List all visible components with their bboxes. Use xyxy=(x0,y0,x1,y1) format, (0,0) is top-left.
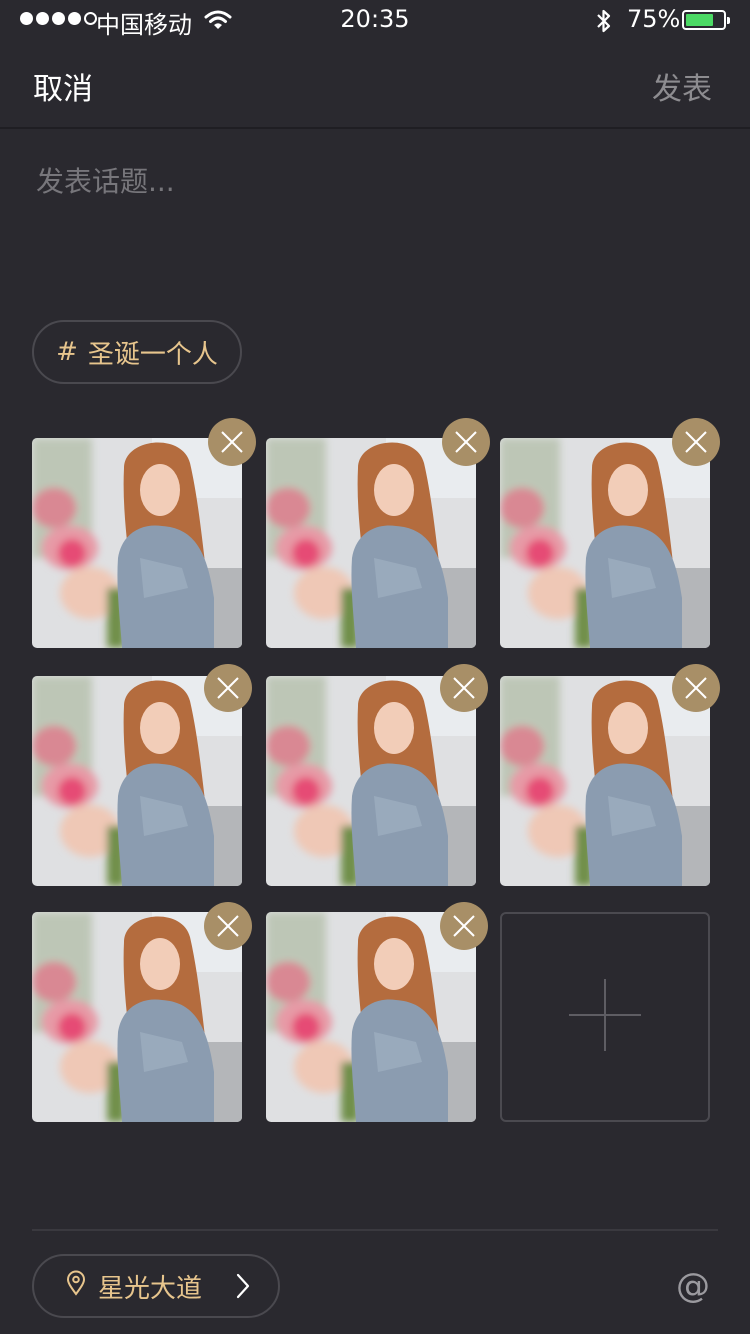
remove-photo-button[interactable] xyxy=(442,418,490,466)
location-label: 星光大道 xyxy=(98,1273,203,1304)
photo-thumbnail[interactable] xyxy=(266,438,476,648)
publish-button[interactable]: 发表 xyxy=(652,64,712,108)
location-pin-icon xyxy=(66,1270,86,1303)
photo-thumbnail[interactable] xyxy=(500,438,710,648)
hashtag-label: 圣诞一个人 xyxy=(87,339,218,370)
close-icon xyxy=(683,675,709,701)
remove-photo-button[interactable] xyxy=(672,664,720,712)
plus-icon xyxy=(567,977,643,1057)
close-icon xyxy=(215,675,241,701)
remove-photo-button[interactable] xyxy=(208,418,256,466)
photo-thumbnail[interactable] xyxy=(32,912,242,1122)
hashtag-chip[interactable]: # 圣诞一个人 xyxy=(32,320,242,384)
add-photo-button[interactable] xyxy=(500,912,710,1122)
remove-photo-button[interactable] xyxy=(440,902,488,950)
battery-percentage: 75% xyxy=(627,5,681,33)
close-icon xyxy=(451,913,477,939)
remove-photo-button[interactable] xyxy=(672,418,720,466)
close-icon xyxy=(451,675,477,701)
hashtag-symbol: # xyxy=(56,337,78,367)
publish-topic-screen: 中国移动 20:35 75% 取消 发表 # 圣诞一个人 xyxy=(0,0,750,1334)
close-icon xyxy=(215,913,241,939)
location-button[interactable]: 星光大道 xyxy=(32,1254,280,1318)
bluetooth-icon xyxy=(594,8,614,40)
navigation-bar: 取消 发表 xyxy=(0,40,750,129)
remove-photo-button[interactable] xyxy=(440,664,488,712)
photo-thumbnail[interactable] xyxy=(32,676,242,886)
remove-photo-button[interactable] xyxy=(204,664,252,712)
photo-thumbnail[interactable] xyxy=(500,676,710,886)
close-icon xyxy=(219,429,245,455)
status-bar: 中国移动 20:35 75% xyxy=(0,0,750,40)
photo-thumbnail[interactable] xyxy=(266,676,476,886)
remove-photo-button[interactable] xyxy=(204,902,252,950)
battery-icon xyxy=(682,10,730,30)
topic-input[interactable] xyxy=(36,160,716,290)
close-icon xyxy=(453,429,479,455)
cancel-button[interactable]: 取消 xyxy=(33,64,93,108)
chevron-right-icon xyxy=(236,1273,250,1306)
close-icon xyxy=(683,429,709,455)
mention-button[interactable]: @ xyxy=(676,1266,710,1306)
photo-thumbnail[interactable] xyxy=(266,912,476,1122)
divider xyxy=(32,1229,718,1231)
photo-thumbnail[interactable] xyxy=(32,438,242,648)
